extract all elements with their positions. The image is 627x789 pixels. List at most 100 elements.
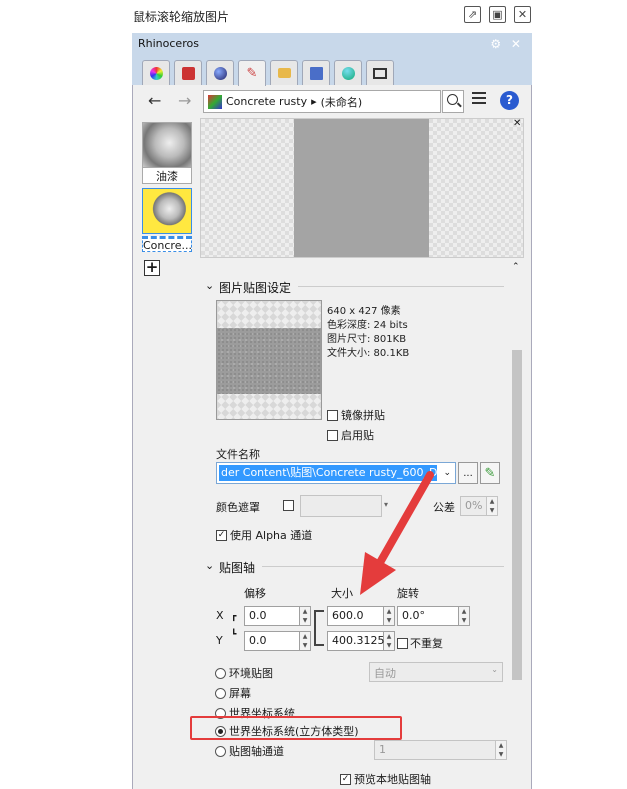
mirror-tile-checkbox[interactable] bbox=[327, 409, 338, 421]
tab-materials[interactable] bbox=[174, 60, 202, 85]
mirror-tile-option[interactable]: 镜像拼贴 bbox=[327, 407, 385, 423]
tab-display[interactable] bbox=[366, 60, 394, 85]
enable-decal-label: 启用贴 bbox=[341, 429, 374, 442]
tolerance-input[interactable]: 0% bbox=[460, 496, 487, 516]
browse-button[interactable]: ... bbox=[458, 462, 478, 484]
mapping-option[interactable]: 屏幕 bbox=[215, 685, 251, 701]
tab-color-wheel[interactable] bbox=[142, 60, 170, 85]
file-size: 文件大小: 80.1KB bbox=[327, 348, 410, 359]
mapping-radio[interactable] bbox=[215, 687, 226, 699]
page-title: 鼠标滚轮缩放图片 bbox=[133, 10, 230, 24]
mapping-option[interactable]: 贴图轴通道 bbox=[215, 743, 284, 759]
menu-icon[interactable] bbox=[472, 92, 486, 94]
channel-input[interactable]: 1 bbox=[374, 740, 496, 760]
no-repeat-option[interactable]: 不重复 bbox=[397, 635, 443, 651]
color-mask-checkbox[interactable] bbox=[283, 500, 294, 511]
alpha-checkbox[interactable]: ✓ bbox=[216, 529, 227, 541]
offset-header: 偏移 bbox=[244, 587, 266, 600]
breadcrumb-item[interactable]: Concrete rusty bbox=[226, 95, 307, 108]
help-icon[interactable]: ? bbox=[500, 91, 519, 110]
mapping-option-label: 贴图轴通道 bbox=[229, 745, 284, 758]
search-button[interactable] bbox=[442, 90, 464, 113]
color-depth: 色彩深度: 24 bits bbox=[327, 320, 408, 331]
tab-environment[interactable] bbox=[206, 60, 234, 85]
search-icon-handle bbox=[457, 102, 462, 108]
mapping-option[interactable]: 环境贴图 bbox=[215, 665, 273, 681]
rotation-spinner[interactable]: ▲ ▼ bbox=[459, 606, 470, 626]
x-label: X bbox=[216, 609, 224, 622]
preview-local-checkbox[interactable]: ✓ bbox=[340, 773, 351, 785]
y-size-spinner[interactable]: ▲ ▼ bbox=[384, 631, 395, 651]
alpha-label: 使用 Alpha 通道 bbox=[230, 529, 313, 542]
panel-header: Rhinoceros ⚙ ✕ bbox=[132, 33, 532, 57]
alpha-option[interactable]: ✓ 使用 Alpha 通道 bbox=[216, 527, 312, 543]
y-label: Y bbox=[216, 634, 223, 647]
back-icon[interactable]: ← bbox=[148, 91, 161, 110]
image-icon bbox=[309, 66, 323, 80]
highlight-box bbox=[190, 716, 402, 740]
y-offset-input[interactable]: 0.0 bbox=[244, 631, 300, 651]
image-dimensions: 640 x 427 像素 bbox=[327, 306, 401, 317]
image-size: 图片尺寸: 801KB bbox=[327, 334, 407, 345]
preview-local-label: 预览本地贴图轴 bbox=[354, 773, 431, 786]
section-divider bbox=[298, 286, 504, 287]
folder-icon bbox=[277, 68, 291, 78]
texture-icon: ✎ bbox=[246, 66, 258, 81]
enable-decal-checkbox[interactable] bbox=[327, 429, 338, 441]
size-lock-icon[interactable] bbox=[314, 610, 324, 646]
preview-local-option[interactable]: ✓ 预览本地贴图轴 bbox=[340, 771, 431, 787]
thumbnail-label: Concre... bbox=[142, 236, 192, 252]
collapse-icon[interactable]: ⌄ bbox=[205, 279, 214, 292]
y-size-input[interactable]: 400.3125 bbox=[327, 631, 385, 651]
maximize-icon[interactable]: ▣ bbox=[489, 6, 506, 23]
preview-image bbox=[294, 119, 429, 257]
texture-swatch-icon bbox=[208, 94, 222, 109]
tab-ground-plane[interactable] bbox=[334, 60, 362, 85]
channel-spinner[interactable]: ▲ ▼ bbox=[496, 740, 507, 760]
environment-icon bbox=[213, 66, 227, 80]
ground-plane-icon bbox=[341, 66, 355, 80]
materials-icon bbox=[181, 66, 195, 80]
link-y-icon[interactable]: ┗ bbox=[231, 630, 236, 640]
tolerance-spinner[interactable]: ▲ ▼ bbox=[487, 496, 498, 516]
x-offset-input[interactable]: 0.0 bbox=[244, 606, 300, 626]
close-icon[interactable]: ✕ bbox=[514, 6, 531, 23]
scrollbar-thumb[interactable] bbox=[512, 350, 522, 680]
forward-icon[interactable]: → bbox=[178, 91, 191, 110]
edit-pencil-icon[interactable]: ✎ bbox=[480, 462, 500, 484]
color-mask-label: 颜色遮罩 bbox=[216, 501, 260, 514]
y-offset-spinner[interactable]: ▲ ▼ bbox=[300, 631, 311, 651]
dropdown-arrow-icon[interactable]: ⌄ bbox=[443, 468, 451, 478]
tab-texture[interactable]: ✎ bbox=[238, 60, 266, 86]
x-offset-spinner[interactable]: ▲ ▼ bbox=[300, 606, 311, 626]
no-repeat-label: 不重复 bbox=[410, 637, 443, 650]
texture-image bbox=[217, 328, 321, 394]
thumbnail-concrete[interactable] bbox=[142, 188, 192, 234]
display-icon bbox=[373, 67, 387, 79]
rotation-input[interactable]: 0.0° bbox=[397, 606, 459, 626]
tab-folder[interactable] bbox=[270, 60, 298, 85]
mapping-radio[interactable] bbox=[215, 745, 226, 757]
x-size-input[interactable]: 600.0 bbox=[327, 606, 384, 626]
env-mapping-dropdown[interactable]: 自动 ⌄ bbox=[369, 662, 503, 682]
thumbnail-paint[interactable] bbox=[142, 122, 192, 168]
image-settings-title: 图片贴图设定 bbox=[219, 281, 292, 295]
close-preview-icon[interactable]: ✕ bbox=[513, 118, 521, 129]
env-mapping-value: 自动 bbox=[374, 667, 396, 680]
pop-out-icon[interactable]: ⇗ bbox=[464, 6, 481, 23]
breadcrumb[interactable]: Concrete rusty ▸ (未命名) bbox=[203, 90, 441, 113]
x-size-spinner[interactable]: ▲ ▼ bbox=[384, 606, 395, 626]
enable-decal-option[interactable]: 启用贴 bbox=[327, 427, 374, 443]
no-repeat-checkbox[interactable] bbox=[397, 637, 408, 649]
panel-title: Rhinoceros bbox=[138, 37, 199, 50]
link-x-icon[interactable]: ┏ bbox=[231, 612, 236, 622]
color-wheel-icon bbox=[149, 66, 163, 80]
tab-image[interactable] bbox=[302, 60, 330, 85]
scroll-up-icon[interactable]: ⌃ bbox=[512, 262, 520, 272]
mapping-option-label: 环境贴图 bbox=[229, 667, 273, 680]
collapse-icon[interactable]: ⌄ bbox=[205, 559, 214, 572]
panel-options-icon[interactable]: ⚙ ✕ bbox=[490, 37, 524, 51]
mapping-option-label: 屏幕 bbox=[229, 687, 251, 700]
mapping-radio[interactable] bbox=[215, 667, 226, 679]
add-texture-button[interactable]: + bbox=[144, 260, 160, 276]
